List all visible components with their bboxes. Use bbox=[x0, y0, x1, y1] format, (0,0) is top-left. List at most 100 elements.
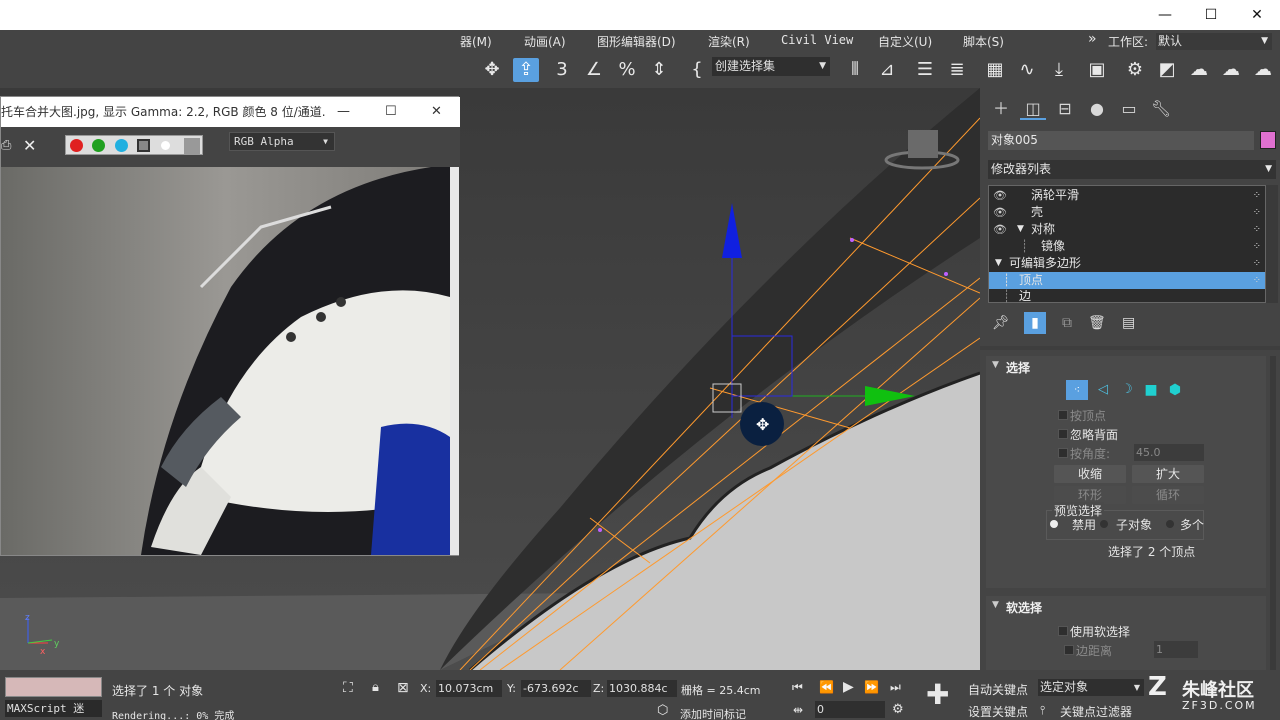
ribbon-icon[interactable]: ▦ bbox=[982, 58, 1008, 82]
stack-item-turbosmooth[interactable]: 👁︎ 涡轮平滑 ⁘ bbox=[989, 187, 1265, 204]
time-config-icon[interactable]: ⚙ bbox=[892, 702, 904, 717]
use-soft-selection-checkbox[interactable] bbox=[1058, 626, 1068, 636]
named-selection-dropdown[interactable]: 创建选择集 ▼ bbox=[712, 57, 830, 76]
percent-snap-icon[interactable]: % bbox=[614, 58, 640, 82]
layer-explorer-icon[interactable]: ≣ bbox=[944, 58, 970, 82]
hierarchy-tab-icon[interactable]: ⊟ bbox=[1052, 98, 1078, 120]
print-icon[interactable]: ⎙ bbox=[1, 138, 11, 153]
key-mode-icon[interactable]: ⇹ bbox=[793, 703, 803, 717]
create-tab-icon[interactable]: ＋ bbox=[988, 98, 1014, 120]
maximize-button[interactable]: ☐ bbox=[1188, 0, 1234, 30]
go-to-end-icon[interactable]: ⏭ bbox=[890, 680, 901, 695]
render-iterative-icon[interactable]: ☁ bbox=[1250, 58, 1276, 82]
make-unique-icon[interactable]: ⧉ bbox=[1062, 315, 1072, 331]
object-color-swatch[interactable] bbox=[1260, 131, 1276, 149]
eye-icon[interactable]: 👁︎ bbox=[993, 187, 1007, 204]
collapse-arrow-icon[interactable]: ▼ bbox=[992, 360, 999, 370]
show-end-result-icon[interactable]: ▮ bbox=[1024, 312, 1046, 334]
edge-distance-spinner[interactable]: 1 bbox=[1154, 641, 1198, 658]
play-icon[interactable]: ▶ bbox=[843, 679, 854, 695]
object-name-field[interactable]: 对象005 bbox=[988, 131, 1254, 150]
stack-item-symmetry[interactable]: 👁︎ ▼ 对称 ⁘ bbox=[989, 221, 1265, 238]
menu-customize[interactable]: 自定义(U) bbox=[878, 33, 932, 50]
motion-tab-icon[interactable]: ● bbox=[1084, 98, 1110, 120]
modifier-list-dropdown[interactable]: 修改器列表 ▼ bbox=[988, 160, 1276, 179]
render-production-icon[interactable]: ☁ bbox=[1218, 58, 1244, 82]
stack-item-vertex[interactable]: ┊ 顶点 ⁘ bbox=[989, 272, 1265, 289]
absolute-mode-icon[interactable]: ⊠ bbox=[397, 680, 409, 696]
eye-icon[interactable]: 👁︎ bbox=[993, 204, 1007, 221]
curve-editor-icon[interactable]: ∿ bbox=[1014, 58, 1040, 82]
stack-item-editable-poly[interactable]: ▼ 可编辑多边形 ⁘ bbox=[989, 255, 1265, 272]
material-editor-icon[interactable]: ▣ bbox=[1084, 58, 1110, 82]
edge-distance-checkbox[interactable] bbox=[1064, 645, 1074, 655]
vertex-mode-icon[interactable]: ⁖ bbox=[1066, 380, 1088, 400]
dope-sheet-icon[interactable]: ⤓ bbox=[1046, 58, 1072, 82]
scene-explorer-icon[interactable]: ☰ bbox=[912, 58, 938, 82]
modify-tab-icon[interactable]: ◫ bbox=[1020, 98, 1046, 120]
fb-close-button[interactable]: ✕ bbox=[431, 97, 442, 127]
key-filters-icon[interactable]: ⫯ bbox=[1040, 703, 1045, 718]
maxscript-listener-swatch[interactable] bbox=[5, 677, 102, 697]
menu-rendering[interactable]: 渲染(R) bbox=[708, 33, 750, 50]
close-button[interactable]: ✕ bbox=[1234, 0, 1280, 30]
edit-named-selection-icon[interactable]: { bbox=[684, 58, 710, 82]
loop-button[interactable]: 循环 bbox=[1132, 486, 1204, 504]
soft-selection-title[interactable]: 软选择 bbox=[1006, 599, 1042, 616]
grow-button[interactable]: 扩大 bbox=[1132, 465, 1204, 483]
auto-key-button[interactable]: 自动关键点 bbox=[968, 681, 1028, 698]
key-selection-dropdown[interactable]: 选定对象 ▼ bbox=[1038, 679, 1144, 696]
go-to-start-icon[interactable]: ⏮ bbox=[792, 680, 803, 695]
menu-scripting[interactable]: 脚本(S) bbox=[963, 33, 1004, 50]
by-vertex-checkbox[interactable] bbox=[1058, 410, 1068, 420]
ignore-backfacing-checkbox[interactable] bbox=[1058, 429, 1068, 439]
minimize-button[interactable]: — bbox=[1142, 0, 1188, 30]
time-tag-icon[interactable]: ⬡ bbox=[657, 703, 668, 718]
shrink-button[interactable]: 收缩 bbox=[1054, 465, 1126, 483]
add-time-tag-label[interactable]: 添加时间标记 bbox=[680, 706, 746, 720]
next-frame-icon[interactable]: ⏩ bbox=[864, 680, 879, 694]
move-icon[interactable]: ✥ bbox=[479, 58, 505, 82]
previous-frame-icon[interactable]: ⏪ bbox=[819, 680, 834, 694]
isolate-selection-icon[interactable]: ⛶ bbox=[343, 680, 353, 696]
preview-multi-radio[interactable] bbox=[1166, 520, 1174, 528]
green-channel-icon[interactable] bbox=[92, 139, 105, 152]
set-key-icon[interactable]: ✚ bbox=[926, 678, 949, 711]
preview-subobject-radio[interactable] bbox=[1100, 520, 1108, 528]
clear-icon[interactable]: ✕ bbox=[23, 136, 36, 155]
menu-civil-view[interactable]: Civil View bbox=[781, 33, 853, 47]
perspective-viewport[interactable]: ✥ z x y 托车合并大图.jpg, 显示 Gamma: 2.2, RGB 颜… bbox=[0, 88, 980, 670]
selection-rollout-title[interactable]: 选择 bbox=[1006, 359, 1030, 376]
preview-disabled-radio[interactable] bbox=[1050, 520, 1058, 528]
alpha-channel-icon[interactable] bbox=[137, 139, 150, 152]
stack-item-edge[interactable]: ┊ 边 bbox=[989, 288, 1265, 303]
border-mode-icon[interactable]: ☽ bbox=[1116, 380, 1138, 400]
pin-stack-icon[interactable]: 📌︎ bbox=[992, 315, 1010, 331]
eye-icon[interactable]: 👁︎ bbox=[993, 221, 1007, 238]
blue-channel-icon[interactable] bbox=[115, 139, 128, 152]
y-coordinate-field[interactable]: -673.692c bbox=[521, 680, 591, 697]
angle-snap-icon[interactable]: ∠ bbox=[581, 58, 607, 82]
workspace-dropdown[interactable]: 默认 ▼ bbox=[1156, 33, 1272, 50]
utilities-tab-icon[interactable]: 🔧︎ bbox=[1148, 98, 1174, 120]
menu-modifiers[interactable]: 器(M) bbox=[460, 33, 492, 50]
menu-more-icon[interactable]: » bbox=[1088, 31, 1097, 47]
channel-dropdown[interactable]: RGB Alpha ▼ bbox=[229, 132, 335, 151]
red-channel-icon[interactable] bbox=[70, 139, 83, 152]
expand-arrow-icon[interactable]: ▼ bbox=[995, 255, 1002, 272]
place-icon[interactable]: ⇪ bbox=[513, 58, 539, 82]
expand-arrow-icon[interactable]: ▼ bbox=[1017, 221, 1024, 238]
snap-3d-icon[interactable]: 3 bbox=[549, 58, 575, 82]
z-coordinate-field[interactable]: 1030.884c bbox=[607, 680, 677, 697]
current-frame-field[interactable]: 0 bbox=[815, 701, 885, 718]
rendered-frame-icon[interactable]: ◩ bbox=[1154, 58, 1180, 82]
panel-scrollbar[interactable] bbox=[1270, 356, 1276, 670]
by-angle-checkbox[interactable] bbox=[1058, 448, 1068, 458]
mono-icon[interactable] bbox=[161, 141, 170, 150]
stack-scrollbar[interactable] bbox=[1266, 185, 1278, 303]
stack-item-shell[interactable]: 👁︎ 壳 ⁘ bbox=[989, 204, 1265, 221]
angle-spinner[interactable]: 45.0 bbox=[1134, 444, 1204, 461]
key-filters-button[interactable]: 关键点过滤器 bbox=[1060, 703, 1132, 720]
spinner-snap-icon[interactable]: ⇕ bbox=[646, 58, 672, 82]
stack-item-mirror[interactable]: ┊ 镜像 ⁘ bbox=[989, 238, 1265, 255]
